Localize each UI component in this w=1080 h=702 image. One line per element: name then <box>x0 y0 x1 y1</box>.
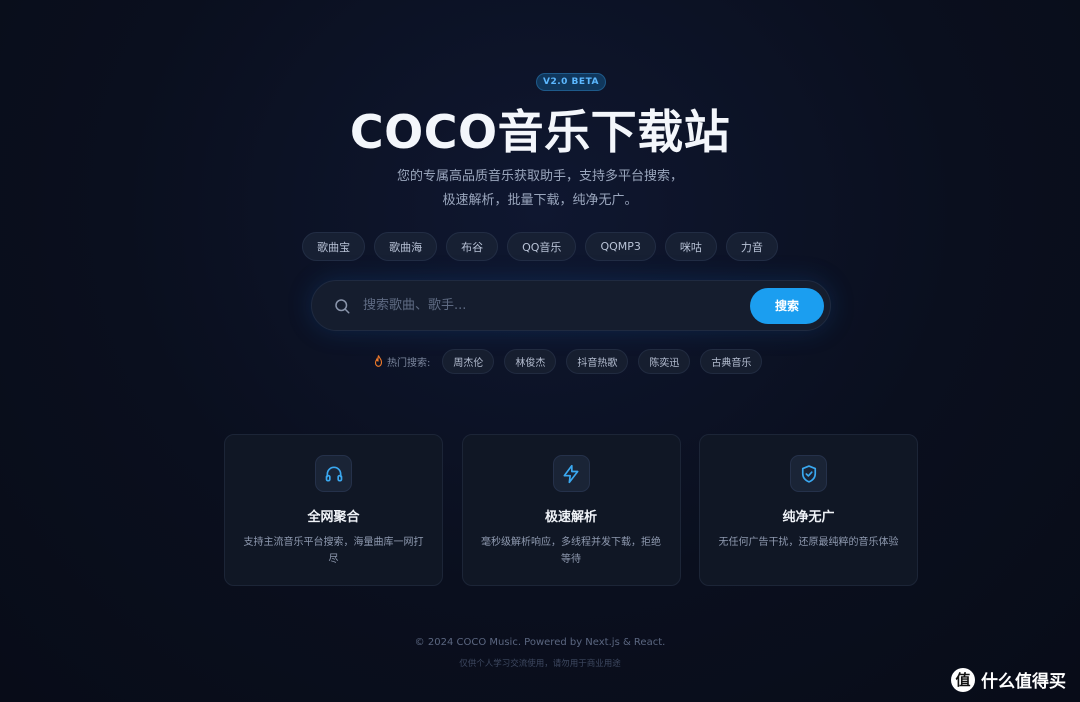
feature-title: 极速解析 <box>544 510 597 525</box>
footer-disclaimer: 仅供个人学习交流使用，请勿用于商业用途 <box>459 659 621 669</box>
footer-copyright: © 2024 COCO Music. Powered by Next.js & … <box>414 637 666 648</box>
lightning-icon <box>552 455 590 492</box>
feature-card-ad-free: 纯净无广 无任何广告干扰，还原最纯粹的音乐体验 <box>699 434 918 586</box>
platform-chip-qqmusic[interactable]: QQ音乐 <box>507 232 577 261</box>
watermark-logo: 值 <box>951 667 975 692</box>
search-button[interactable]: 搜索 <box>750 287 824 324</box>
hot-search-label: 热门搜索: <box>373 354 430 369</box>
hot-search-chip[interactable]: 陈奕迅 <box>638 348 691 374</box>
hot-search-chip[interactable]: 抖音热歌 <box>566 348 629 374</box>
feature-description: 无任何广告干扰，还原最纯粹的音乐体验 <box>718 537 899 548</box>
feature-title: 全网聚合 <box>307 510 360 525</box>
feature-cards: 全网聚合 支持主流音乐平台搜索，海量曲库一网打尽 极速解析 毫秒级解析响应，多线… <box>224 434 918 586</box>
platform-chip-liyin[interactable]: 力音 <box>725 232 778 261</box>
hot-search-chip[interactable]: 林俊杰 <box>504 348 557 374</box>
search-input[interactable] <box>363 290 750 321</box>
subtitle-line-1: 您的专属高品质音乐获取助手，支持多平台搜索， <box>396 169 683 184</box>
search-bar: 搜索 <box>311 280 831 331</box>
feature-title: 纯净无广 <box>782 510 835 525</box>
subtitle-line-2: 极速解析，批量下载，纯净无广。 <box>442 193 638 208</box>
feature-description: 毫秒级解析响应，多线程并发下载，拒绝等待 <box>481 537 661 565</box>
feature-card-fast-parse: 极速解析 毫秒级解析响应，多线程并发下载，拒绝等待 <box>461 434 681 586</box>
platform-chips: 歌曲宝 歌曲海 布谷 QQ音乐 QQMP3 咪咕 力音 <box>0 232 1080 261</box>
fire-icon <box>374 355 383 367</box>
watermark: 值 什么值得买 <box>951 667 1066 692</box>
page-title: COCO音乐下载站 <box>349 105 731 159</box>
version-badge: V2.0 BETA <box>536 73 606 91</box>
headphones-icon <box>315 455 352 492</box>
platform-chip-bugu[interactable]: 布谷 <box>446 232 499 261</box>
platform-chip-qqmp3[interactable]: QQMP3 <box>585 232 656 261</box>
platform-chip-gequbao[interactable]: 歌曲宝 <box>302 232 366 261</box>
feature-card-aggregation: 全网聚合 支持主流音乐平台搜索，海量曲库一网打尽 <box>224 434 443 586</box>
platform-chip-gequhai[interactable]: 歌曲海 <box>374 232 438 261</box>
hot-search-label-text: 热门搜索: <box>387 357 431 369</box>
watermark-text: 什么值得买 <box>981 672 1066 692</box>
hot-search-row: 热门搜索: 周杰伦 林俊杰 抖音热歌 陈奕迅 古典音乐 <box>373 348 763 374</box>
shield-check-icon <box>790 455 827 492</box>
platform-chip-migu[interactable]: 咪咕 <box>664 232 717 261</box>
hot-search-chip[interactable]: 周杰伦 <box>442 348 495 374</box>
search-icon <box>335 298 350 313</box>
feature-description: 支持主流音乐平台搜索，海量曲库一网打尽 <box>243 537 424 565</box>
hot-search-chip[interactable]: 古典音乐 <box>700 348 763 374</box>
